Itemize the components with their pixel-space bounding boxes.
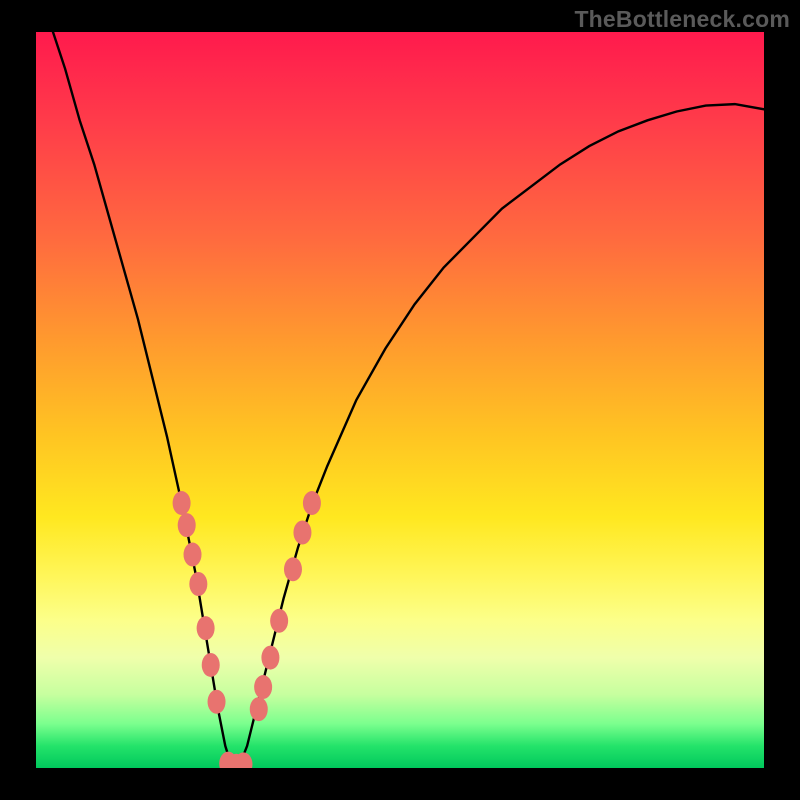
marker-dot [202, 653, 220, 677]
marker-group [173, 491, 321, 768]
marker-dot [178, 513, 196, 537]
outer-frame: TheBottleneck.com [0, 0, 800, 800]
plot-area [36, 32, 764, 768]
marker-dot [250, 697, 268, 721]
marker-dot [197, 616, 215, 640]
marker-dot [184, 543, 202, 567]
watermark-text: TheBottleneck.com [574, 6, 790, 33]
chart-svg [36, 32, 764, 768]
marker-dot [173, 491, 191, 515]
marker-dot [208, 690, 226, 714]
marker-dot [284, 557, 302, 581]
marker-dot [303, 491, 321, 515]
bottleneck-curve [36, 32, 764, 768]
marker-dot [270, 609, 288, 633]
marker-dot [254, 675, 272, 699]
marker-dot [293, 520, 311, 544]
marker-dot [261, 646, 279, 670]
marker-dot [189, 572, 207, 596]
